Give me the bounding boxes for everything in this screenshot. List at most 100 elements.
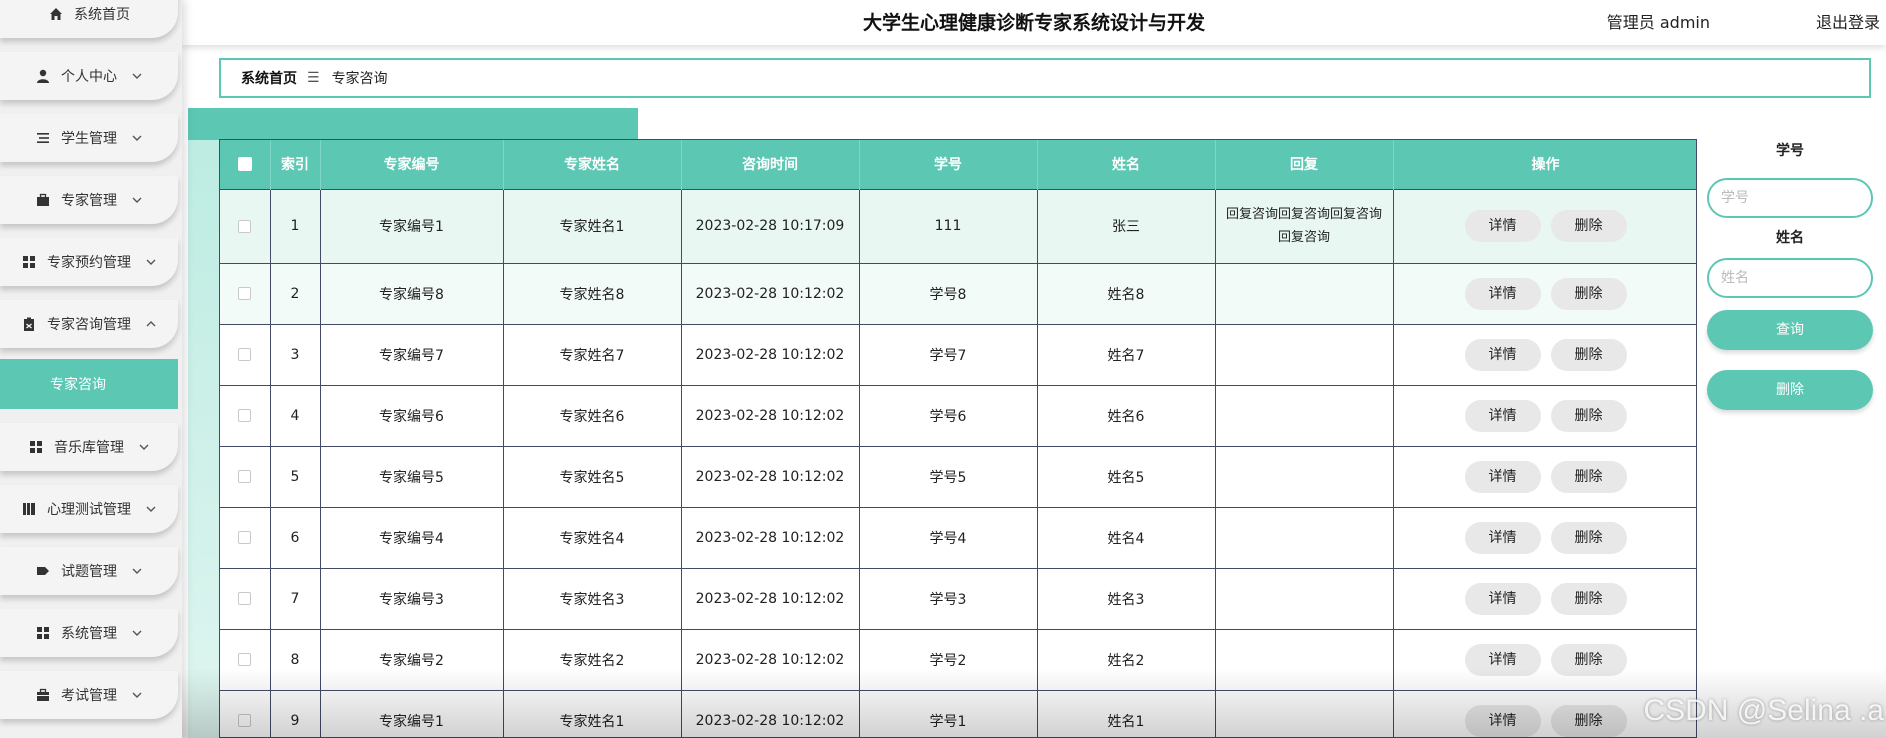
sidebar-item-exams[interactable]: 考试管理	[0, 671, 178, 719]
cell-index: 7	[270, 567, 321, 629]
row-checkbox[interactable]	[220, 567, 271, 629]
batch-delete-button[interactable]: 删除	[1707, 370, 1873, 410]
col-header-time: 咨询时间	[681, 140, 860, 189]
cell-expert-no: 专家编号1	[320, 689, 504, 737]
name-input[interactable]	[1707, 258, 1873, 298]
detail-button[interactable]: 详情	[1464, 460, 1541, 493]
chevron-down-icon	[132, 568, 142, 574]
cell-index: 8	[270, 628, 321, 690]
top-header: 大学生心理健康诊断专家系统设计与开发 管理员 admin 退出登录	[182, 0, 1886, 45]
delete-button[interactable]: 删除	[1550, 460, 1627, 493]
delete-button[interactable]: 删除	[1550, 338, 1627, 371]
delete-button[interactable]: 删除	[1550, 643, 1627, 676]
row-checkbox[interactable]	[220, 262, 271, 324]
sidebar-item-expert-consult[interactable]: 专家咨询管理	[0, 300, 178, 348]
col-header-expert-no: 专家编号	[320, 140, 504, 189]
row-checkbox[interactable]	[220, 323, 271, 385]
cell-reply	[1215, 262, 1394, 324]
cell-student-no: 111	[859, 188, 1038, 263]
sidebar-item-experts[interactable]: 专家管理	[0, 176, 178, 224]
sidebar-item-label: 系统管理	[61, 626, 117, 642]
row-checkbox[interactable]	[220, 689, 271, 737]
table-row: 7 专家编号3 专家姓名3 2023-02-28 10:12:02 学号3 姓名3 详情 删除	[220, 567, 1696, 629]
tag-icon	[37, 567, 49, 575]
cell-expert-no: 专家编号3	[320, 567, 504, 629]
col-header-student-no: 学号	[859, 140, 1038, 189]
cell-time: 2023-02-28 10:12:02	[681, 445, 860, 507]
delete-button[interactable]: 删除	[1550, 704, 1627, 737]
delete-button[interactable]: 删除	[1550, 521, 1627, 554]
detail-button[interactable]: 详情	[1464, 704, 1541, 737]
query-button[interactable]: 查询	[1707, 310, 1873, 350]
detail-button[interactable]: 详情	[1464, 399, 1541, 432]
row-checkbox[interactable]	[220, 628, 271, 690]
cell-actions: 详情 删除	[1393, 506, 1696, 568]
user-icon	[37, 69, 49, 83]
detail-button[interactable]: 详情	[1464, 643, 1541, 676]
select-all-checkbox[interactable]	[220, 140, 271, 189]
cell-index: 9	[270, 689, 321, 737]
sidebar-item-label: 考试管理	[61, 688, 117, 704]
sidebar-item-music[interactable]: 音乐库管理	[0, 423, 178, 471]
table-row: 4 专家编号6 专家姓名6 2023-02-28 10:12:02 学号6 姓名6 详情 删除	[220, 384, 1696, 446]
col-header-actions: 操作	[1393, 140, 1696, 189]
cell-expert-no: 专家编号6	[320, 384, 504, 446]
cell-index: 5	[270, 445, 321, 507]
cell-index: 2	[270, 262, 321, 324]
menu-separator-icon: ☰	[307, 70, 320, 86]
detail-button[interactable]: 详情	[1464, 521, 1541, 554]
sidebar-item-system[interactable]: 系统管理	[0, 609, 178, 657]
student-no-input[interactable]	[1707, 178, 1873, 218]
current-user: 管理员 admin	[1606, 13, 1710, 32]
cell-actions: 详情 删除	[1393, 262, 1696, 324]
cell-actions: 详情 删除	[1393, 445, 1696, 507]
cell-expert-no: 专家编号2	[320, 628, 504, 690]
cell-student-no: 学号1	[859, 689, 1038, 737]
sidebar-item-label: 学生管理	[61, 131, 117, 147]
sidebar-subitem-consult[interactable]: 专家咨询	[0, 359, 178, 409]
sidebar-item-label: 专家咨询管理	[47, 317, 131, 333]
cell-reply: 回复咨询回复咨询回复咨询回复咨询	[1215, 188, 1394, 263]
grid-icon	[30, 441, 42, 453]
cell-actions: 详情 删除	[1393, 567, 1696, 629]
row-checkbox[interactable]	[220, 506, 271, 568]
cell-expert-no: 专家编号7	[320, 323, 504, 385]
bag-icon	[37, 688, 49, 701]
sidebar-item-students[interactable]: 学生管理	[0, 114, 178, 162]
cell-name: 姓名1	[1037, 689, 1216, 737]
delete-button[interactable]: 删除	[1550, 277, 1627, 310]
sidebar-item-psych-test[interactable]: 心理测试管理	[0, 485, 178, 533]
logout-link[interactable]: 退出登录	[1816, 9, 1880, 33]
cell-expert-name: 专家姓名1	[503, 188, 682, 263]
sidebar-item-questions[interactable]: 试题管理	[0, 547, 178, 595]
sidebar-item-expert-booking[interactable]: 专家预约管理	[0, 238, 178, 286]
cell-index: 1	[270, 188, 321, 263]
detail-button[interactable]: 详情	[1464, 277, 1541, 310]
row-checkbox[interactable]	[220, 188, 271, 263]
row-checkbox[interactable]	[220, 445, 271, 507]
detail-button[interactable]: 详情	[1464, 582, 1541, 615]
breadcrumb-home[interactable]: 系统首页	[241, 68, 297, 88]
search-panel: 学号 姓名 查询 删除	[1707, 140, 1873, 410]
cell-expert-name: 专家姓名5	[503, 445, 682, 507]
cell-expert-no: 专家编号1	[320, 188, 504, 263]
breadcrumb: 系统首页 ☰ 专家咨询	[219, 58, 1871, 98]
cell-reply	[1215, 384, 1394, 446]
cell-reply	[1215, 445, 1394, 507]
cell-name: 姓名8	[1037, 262, 1216, 324]
delete-button[interactable]: 删除	[1550, 210, 1627, 242]
delete-button[interactable]: 删除	[1550, 582, 1627, 615]
cell-expert-name: 专家姓名8	[503, 262, 682, 324]
delete-button[interactable]: 删除	[1550, 399, 1627, 432]
sidebar-item-personal[interactable]: 个人中心	[0, 52, 178, 100]
table-row: 5 专家编号5 专家姓名5 2023-02-28 10:12:02 学号5 姓名5 详情 删除	[220, 445, 1696, 507]
watermark: CSDN @Selina .a	[1643, 694, 1884, 727]
sidebar-item-home[interactable]: 系统首页	[0, 0, 178, 38]
col-header-name: 姓名	[1037, 140, 1216, 189]
detail-button[interactable]: 详情	[1464, 338, 1541, 371]
cell-expert-name: 专家姓名6	[503, 384, 682, 446]
breadcrumb-current: 专家咨询	[331, 71, 388, 87]
detail-button[interactable]: 详情	[1464, 210, 1541, 242]
row-checkbox[interactable]	[220, 384, 271, 446]
cell-time: 2023-02-28 10:12:02	[681, 262, 860, 324]
